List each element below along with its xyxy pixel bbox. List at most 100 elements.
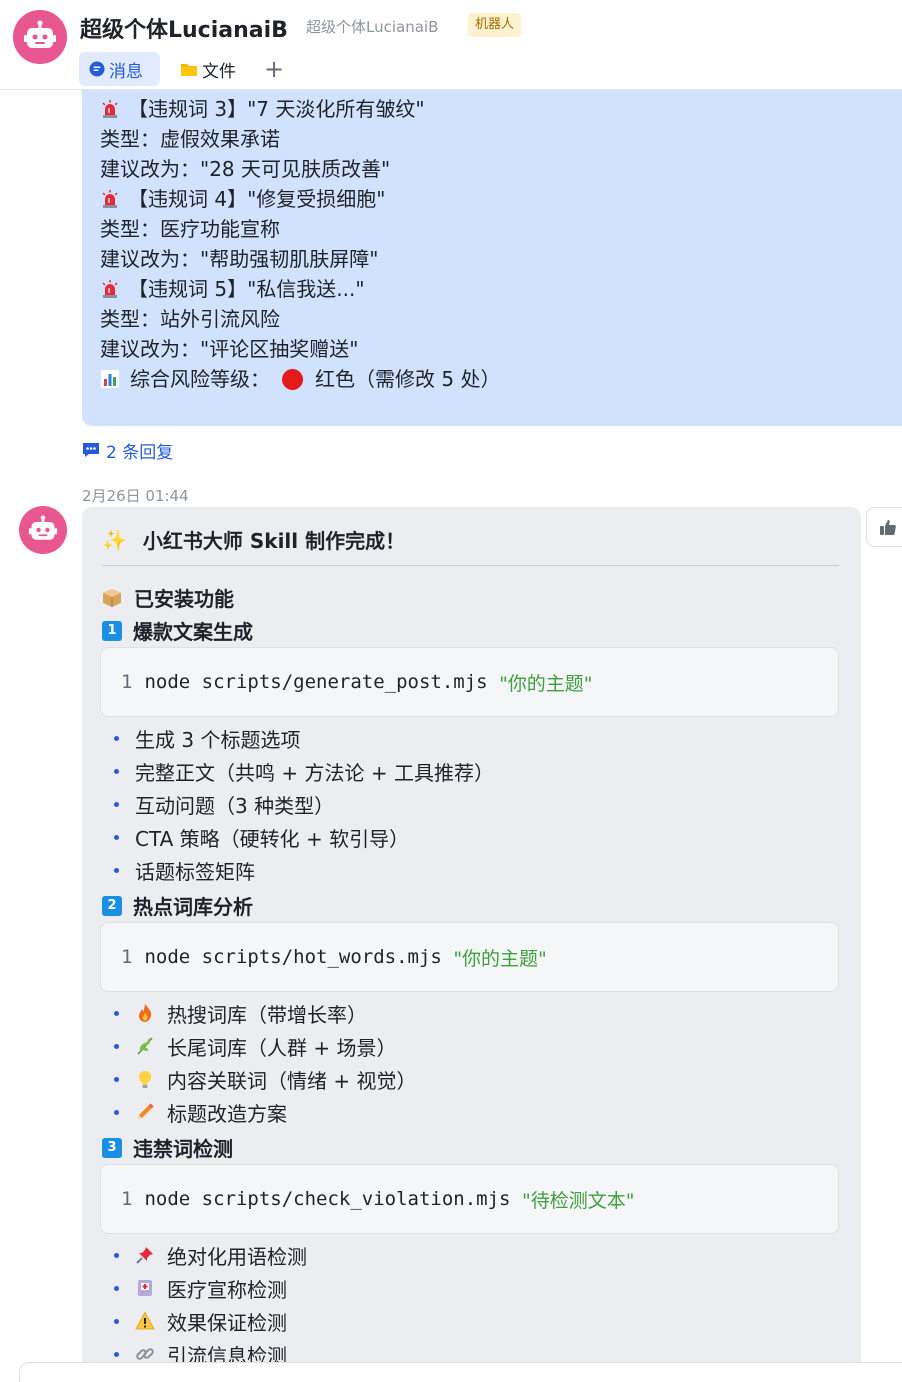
message-line: 建议改为："28 天可见肤质改善" <box>100 154 894 184</box>
bullet-dot <box>114 1285 119 1291</box>
pushpin-icon <box>135 1245 167 1265</box>
message-bubble: ✨ 小红书大师 Skill 制作完成！ 已安装功能 1 爆款文案生成 1 node s… <box>82 507 861 1382</box>
message-line-text: 建议改为："28 天可见肤质改善" <box>100 157 391 181</box>
message-line: 【违规词 5】"私信我送..." <box>100 274 894 304</box>
siren-icon <box>100 99 128 119</box>
robot-icon <box>24 20 56 48</box>
message-line: 类型：医疗功能宣称 <box>100 214 894 244</box>
list-item-text: 长尾词库（人群 + 场景） <box>167 1035 397 1060</box>
message-line-text: 类型：虚假效果承诺 <box>100 127 280 151</box>
pill-icon <box>135 1278 167 1298</box>
bullet-dot <box>114 735 119 741</box>
bullet-dot <box>114 1252 119 1258</box>
link-icon <box>135 1344 167 1364</box>
list-item-text: 完整正文（共鸣 + 方法论 + 工具推荐） <box>135 760 494 785</box>
risk-value: 红色（需修改 5 处） <box>315 367 501 391</box>
add-tab-button[interactable]: + <box>256 52 292 86</box>
bullet-dot <box>114 867 119 873</box>
code-block[interactable]: 1 node scripts/hot_words.mjs "你的主题" <box>100 922 839 992</box>
list-item-text: 话题标签矩阵 <box>135 859 255 884</box>
code-string: "你的主题" <box>499 672 593 695</box>
bullet-dot <box>114 1043 119 1049</box>
bot-avatar[interactable] <box>13 10 67 64</box>
message-line: 类型：虚假效果承诺 <box>100 124 894 154</box>
chat-subtitle: 超级个体LucianaiB <box>306 18 439 36</box>
replies-label: 2 条回复 <box>106 442 174 463</box>
message-line-text: 【违规词 5】"私信我送..." <box>128 277 365 301</box>
list-item-text: 标题改造方案 <box>167 1101 287 1126</box>
list-item: 生成 3 个标题选项 <box>112 723 300 753</box>
code-command: node scripts/hot_words.mjs <box>144 946 454 968</box>
list-item: 热搜词库（带增长率） <box>112 998 367 1028</box>
number-badge-icon: 2 <box>102 895 122 916</box>
thumbs-up-icon <box>880 520 896 535</box>
code-block[interactable]: 1 node scripts/check_violation.mjs "待检测文本… <box>100 1164 839 1234</box>
bullet-dot <box>114 1076 119 1082</box>
message-title: ✨ 小红书大师 Skill 制作完成！ <box>102 525 405 554</box>
message-input[interactable] <box>19 1362 902 1382</box>
list-item-text: CTA 策略（硬转化 + 软引导） <box>135 826 410 851</box>
section-heading-text: 违禁词检测 <box>133 1137 233 1161</box>
installed-heading-text: 已安装功能 <box>134 587 234 611</box>
siren-icon <box>100 279 128 299</box>
list-item: 长尾词库（人群 + 场景） <box>112 1031 396 1061</box>
message-title-text: 小红书大师 Skill 制作完成！ <box>142 529 406 553</box>
tab-messages[interactable]: 消息 <box>79 52 160 86</box>
reply-bubble-icon <box>83 443 99 457</box>
message-line: 【违规词 3】"7 天淡化所有皱纹" <box>100 94 894 124</box>
list-item: 话题标签矩阵 <box>112 855 255 885</box>
tab-files[interactable]: 文件 <box>170 52 250 86</box>
list-item-text: 生成 3 个标题选项 <box>135 727 301 752</box>
list-item-text: 互动问题（3 种类型） <box>135 793 335 818</box>
message-bubble: 建议改为："实验室实测数据表明"【违规词 3】"7 天淡化所有皱纹"类型：虚假效… <box>82 60 902 426</box>
folder-icon <box>180 61 198 77</box>
list-item: 医疗宣称检测 <box>112 1273 287 1303</box>
sender-avatar[interactable] <box>19 506 67 554</box>
list-item-text: 热搜词库（带增长率） <box>167 1002 367 1027</box>
bullet-dot <box>114 1109 119 1115</box>
code-block[interactable]: 1 node scripts/generate_post.mjs "你的主题" <box>100 647 839 717</box>
thumbs-up-button[interactable] <box>866 507 902 547</box>
list-item: 互动问题（3 种类型） <box>112 789 334 819</box>
pencil-icon <box>135 1102 167 1122</box>
sparkles-icon: ✨ <box>102 527 127 552</box>
section-heading: 1 爆款文案生成 <box>102 616 253 645</box>
message-line: 【违规词 4】"修复受损细胞" <box>100 184 894 214</box>
list-item-text: 医疗宣称检测 <box>167 1277 287 1302</box>
bullet-dot <box>114 801 119 807</box>
divider <box>102 565 839 566</box>
section-heading-text: 爆款文案生成 <box>133 620 253 644</box>
package-icon <box>103 588 121 607</box>
message-line-text: 建议改为："评论区抽奖赠送" <box>100 337 359 361</box>
list-item: 绝对化用语检测 <box>112 1240 307 1270</box>
fire-icon <box>135 1003 167 1023</box>
bot-badge: 机器人 <box>468 13 522 37</box>
bar-chart-icon <box>101 370 119 388</box>
bullet-dot <box>114 1351 119 1357</box>
message-timestamp: 2月26日 01:44 <box>82 487 189 505</box>
message-line-text: 【违规词 3】"7 天淡化所有皱纹" <box>128 97 425 121</box>
section-heading: 3 违禁词检测 <box>102 1133 233 1162</box>
message-line-text: 类型：站外引流风险 <box>100 307 280 331</box>
bullet-dot <box>114 834 119 840</box>
code-command: node scripts/generate_post.mjs <box>144 671 500 693</box>
list-item-text: 绝对化用语检测 <box>167 1244 307 1269</box>
tab-label: 消息 <box>109 61 143 82</box>
message-line: 建议改为："评论区抽奖赠送" <box>100 334 894 364</box>
message-line-text: 建议改为："帮助强韧肌肤屏障" <box>100 247 379 271</box>
chat-header: 超级个体LucianaiB 超级个体LucianaiB 机器人 消息 文件 + <box>0 0 902 90</box>
list-item: 内容关联词（情绪 + 视觉） <box>112 1064 416 1094</box>
list-item-text: 效果保证检测 <box>167 1310 287 1335</box>
code-string: "你的主题" <box>453 947 547 970</box>
message-line-text: 【违规词 4】"修复受损细胞" <box>128 187 386 211</box>
chat-title[interactable]: 超级个体LucianaiB <box>80 12 288 44</box>
bullet-dot <box>114 1318 119 1324</box>
list-item: 标题改造方案 <box>112 1097 287 1127</box>
section-heading-text: 热点词库分析 <box>133 895 253 919</box>
replies-link[interactable]: 2 条回复 <box>82 438 174 463</box>
code-line-number: 1 <box>121 671 133 693</box>
message-line-text: 类型：医疗功能宣称 <box>100 217 280 241</box>
number-badge-icon: 1 <box>102 620 122 641</box>
plus-icon: + <box>263 55 285 83</box>
section-heading: 2 热点词库分析 <box>102 891 253 920</box>
